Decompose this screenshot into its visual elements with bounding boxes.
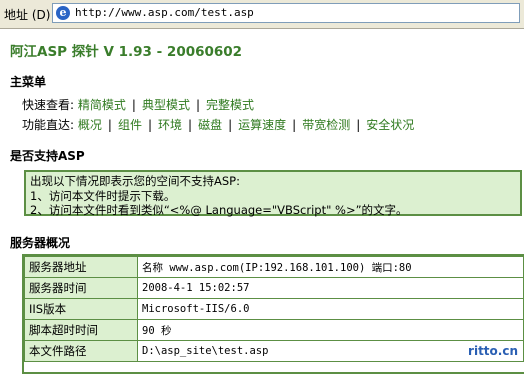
link-environment[interactable]: 环境	[158, 118, 182, 132]
address-input[interactable]: e http://www.asp.com/test.asp	[52, 3, 520, 23]
link-components[interactable]: 组件	[118, 118, 142, 132]
link-overview[interactable]: 概况	[78, 118, 102, 132]
link-disk[interactable]: 磁盘	[198, 118, 222, 132]
table-row: 服务器地址 名称 www.asp.com(IP:192.168.101.100)…	[24, 256, 524, 278]
link-bandwidth-test[interactable]: 带宽检测	[302, 118, 350, 132]
server-info-table: 服务器地址 名称 www.asp.com(IP:192.168.101.100)…	[24, 256, 524, 362]
table-row: IIS版本 Microsoft-IIS/6.0	[24, 298, 524, 320]
table-key: 脚本超时时间	[24, 319, 138, 341]
page-title: 阿江ASP 探针 V 1.93 - 20060602	[10, 44, 243, 60]
table-row: 服务器时间 2008-4-1 15:02:57	[24, 277, 524, 299]
table-row: 本文件路径 D:\asp_site\test.asp	[24, 340, 524, 362]
table-value: Microsoft-IIS/6.0	[137, 298, 524, 320]
link-compute-speed[interactable]: 运算速度	[238, 118, 286, 132]
link-security-status[interactable]: 安全状况	[366, 118, 414, 132]
table-key: 服务器时间	[24, 277, 138, 299]
address-label: 地址 (D)	[4, 8, 51, 22]
table-key: IIS版本	[24, 298, 138, 320]
function-row: 功能直达: 概况 | 组件 | 环境 | 磁盘 | 运算速度 | 带宽检测 | 安全状况	[22, 118, 415, 132]
table-value: 2008-4-1 15:02:57	[137, 277, 524, 299]
asp-support-heading: 是否支持ASP	[10, 149, 85, 163]
table-row: 脚本超时时间 90 秒	[24, 319, 524, 341]
notice-line: 出现以下情况即表示您的空间不支持ASP:	[30, 174, 240, 188]
notice-line: 1、访问本文件时提示下载。	[30, 188, 176, 203]
link-full-mode[interactable]: 完整模式	[206, 98, 254, 112]
main-menu-heading: 主菜单	[10, 75, 47, 89]
quick-view-row: 快速查看: 精简模式 | 典型模式 | 完整模式	[22, 98, 255, 112]
asp-support-notice: 出现以下情况即表示您的空间不支持ASP: 1、访问本文件时提示下载。 2、访问本…	[24, 170, 522, 217]
function-label: 功能直达:	[22, 118, 75, 132]
link-typical-mode[interactable]: 典型模式	[142, 98, 190, 112]
ie-page-icon: e	[56, 6, 70, 20]
link-simple-mode[interactable]: 精简模式	[78, 98, 126, 112]
address-url[interactable]: http://www.asp.com/test.asp	[75, 6, 254, 19]
table-value: 90 秒	[137, 319, 524, 341]
watermark: ritto.cn	[468, 344, 518, 358]
table-value: D:\asp_site\test.asp	[137, 340, 524, 362]
table-key: 本文件路径	[24, 340, 138, 362]
table-key: 服务器地址	[24, 256, 138, 278]
table-value: 名称 www.asp.com(IP:192.168.101.100) 端口:80	[137, 256, 524, 278]
notice-line: 2、访问本文件时看到类似“<%@ Language="VBScript" %>”…	[30, 203, 408, 217]
address-bar: 地址 (D) e http://www.asp.com/test.asp	[0, 0, 524, 29]
server-overview-heading: 服务器概况	[10, 236, 71, 250]
quick-view-label: 快速查看:	[22, 98, 75, 112]
